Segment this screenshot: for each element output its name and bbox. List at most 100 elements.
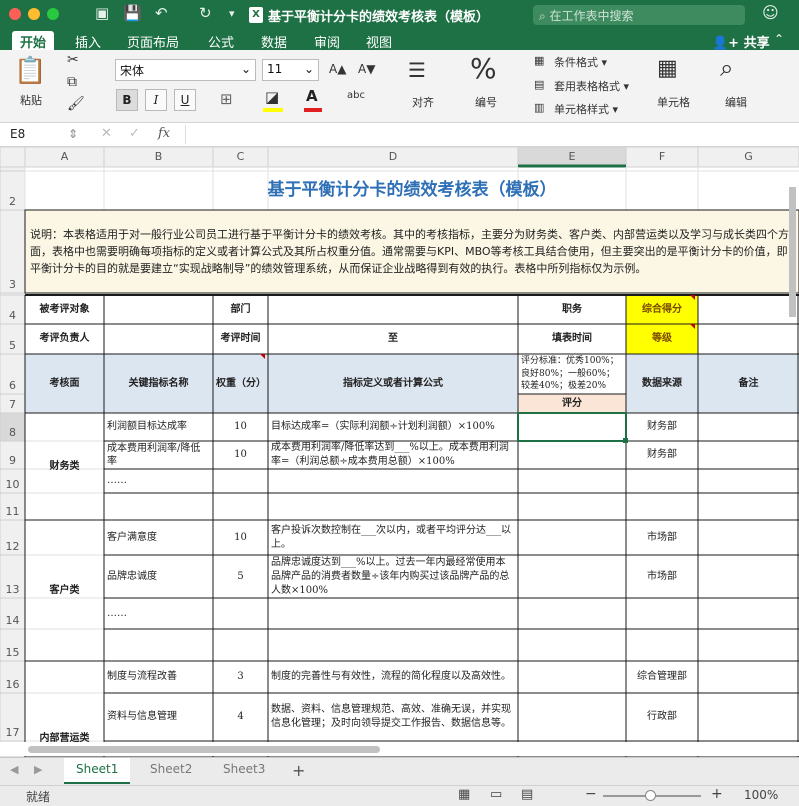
kpi-score-cell[interactable] (518, 469, 626, 493)
kpi-source[interactable] (626, 493, 698, 520)
header-source[interactable]: 数据来源 (626, 354, 698, 413)
formula-input[interactable] (185, 125, 795, 144)
format-painter-icon[interactable]: 🖌 (67, 96, 85, 112)
kpi-note-cell[interactable] (698, 555, 799, 598)
kpi-source[interactable] (626, 629, 698, 661)
shrink-font-button[interactable]: A▼ (358, 62, 375, 76)
zoom-window-button[interactable] (47, 8, 59, 20)
kpi-name[interactable]: …… (104, 469, 213, 493)
kpi-note-cell[interactable] (698, 493, 799, 520)
row-header-label[interactable]: 2 (0, 194, 25, 210)
row-header-label[interactable]: 14 (0, 613, 25, 629)
italic-button[interactable]: I (145, 89, 167, 111)
kpi-name[interactable] (104, 493, 213, 520)
label-appraisee[interactable]: 被考评对象 (25, 295, 104, 324)
sheet-tab-1[interactable]: Sheet1 (64, 758, 131, 784)
kpi-note-cell[interactable] (698, 693, 799, 741)
kpi-definition[interactable]: 目标达成率=（实际利润额÷计划利润额）×100% (268, 413, 518, 441)
row-header-label[interactable]: 9 (0, 453, 25, 469)
kpi-note-cell[interactable] (698, 441, 799, 469)
kpi-name[interactable]: 品牌忠诚度 (104, 555, 213, 598)
kpi-definition[interactable]: 制度的完善性与有效性，流程的简化程度以及高效性。 (268, 661, 518, 693)
minimize-window-button[interactable] (28, 8, 40, 20)
row-header-label[interactable]: 12 (0, 539, 25, 555)
zoom-in-icon[interactable]: + (711, 786, 723, 802)
tab-view[interactable]: 视图 (358, 31, 400, 51)
kpi-source[interactable]: 行政部 (626, 693, 698, 741)
kpi-score-cell[interactable] (518, 598, 626, 629)
kpi-note-cell[interactable] (698, 598, 799, 629)
row-header-label[interactable]: 17 (0, 725, 25, 741)
phonetic-icon[interactable]: abc (347, 90, 365, 101)
row-header-label[interactable]: 8 (0, 425, 25, 441)
sheet-tab-3[interactable]: Sheet3 (211, 758, 277, 784)
kpi-weight[interactable]: 5 (213, 555, 268, 598)
normal-view-icon[interactable]: ▦ (458, 787, 470, 802)
row-header-label[interactable]: 3 (0, 277, 25, 293)
kpi-weight[interactable]: 4 (213, 693, 268, 741)
label-to[interactable]: 至 (268, 324, 518, 354)
customize-toolbar-icon[interactable]: ▾ (229, 7, 235, 20)
sheet-search-input[interactable]: ⌕ 在工作表中搜索 (533, 5, 745, 25)
page-break-view-icon[interactable]: ▤ (521, 787, 533, 802)
row-header-label[interactable]: 4 (0, 308, 25, 324)
align-label[interactable]: 对齐 (412, 94, 434, 110)
kpi-source[interactable] (626, 598, 698, 629)
zoom-slider-thumb[interactable] (645, 790, 656, 801)
kpi-name[interactable]: 客户满意度 (104, 520, 213, 555)
copy-icon[interactable]: ⧉ (67, 74, 77, 90)
header-definition[interactable]: 指标定义或者计算公式 (268, 354, 518, 413)
kpi-score-cell[interactable] (518, 629, 626, 661)
sheet-title[interactable]: 基于平衡计分卡的绩效考核表（模板） (25, 171, 799, 210)
zoom-out-icon[interactable]: − (585, 786, 597, 802)
cancel-formula-icon[interactable]: ✕ (101, 126, 112, 141)
header-score[interactable]: 评分 (518, 394, 626, 413)
column-header-label[interactable]: D (268, 147, 518, 167)
sheet-tab-2[interactable]: Sheet2 (138, 758, 204, 784)
kpi-source[interactable]: 市场部 (626, 555, 698, 598)
next-sheet-icon[interactable]: ▶ (34, 763, 42, 776)
kpi-name[interactable]: 制度与流程改善 (104, 661, 213, 693)
table-format-button[interactable]: 套用表格格式 ▾ (554, 78, 629, 94)
row-header-label[interactable]: 7 (0, 397, 25, 413)
kpi-definition[interactable]: 品牌忠诚度达到___%以上。过去一年内最经常使用本品牌产品的消费者数量÷该年内购… (268, 555, 518, 598)
font-size-select[interactable]: 11 ⌄ (262, 59, 319, 81)
column-header-label[interactable]: C (213, 147, 268, 167)
kpi-definition[interactable]: 成本费用利润率/降低率达到___%以上。成本费用利润率=（利润总额÷成本费用总额… (268, 441, 518, 469)
kpi-definition[interactable]: 客户投诉次数控制在___次以内，或者平均评分达___以上。 (268, 520, 518, 555)
save-icon[interactable]: 💾 (123, 4, 142, 22)
percent-icon[interactable]: % (470, 52, 497, 85)
tab-home[interactable]: 开始 (12, 31, 55, 51)
font-name-select[interactable]: 宋体 ⌄ (115, 59, 256, 81)
prev-sheet-icon[interactable]: ◀ (10, 763, 18, 776)
cells-label[interactable]: 单元格 (657, 94, 690, 110)
redo-icon[interactable]: ↻ (199, 4, 212, 22)
function-icon[interactable]: fx (158, 126, 170, 141)
header-criteria[interactable]: 评分标准：优秀100%；良好80%；一般60%；较差40%；极差20% (518, 354, 626, 394)
number-label[interactable]: 编号 (475, 94, 497, 110)
undo-icon[interactable]: ↶ (155, 4, 168, 22)
description-text[interactable]: 说明：本表格适用于对一般行业公司员工进行基于平衡计分卡的绩效考核。其中的考核指标… (27, 210, 797, 293)
paste-icon[interactable]: 📋 (14, 56, 46, 86)
confirm-formula-icon[interactable]: ✓ (129, 126, 140, 141)
edit-label[interactable]: 编辑 (725, 94, 747, 110)
header-weight[interactable]: 权重（分） (213, 354, 268, 413)
fill-color-icon[interactable]: ◪ (265, 88, 279, 106)
share-button[interactable]: 👤+ 共享 (712, 32, 770, 51)
section-name[interactable]: 客户类 (25, 520, 104, 661)
column-header-label[interactable]: F (626, 147, 698, 167)
tab-page-layout[interactable]: 页面布局 (119, 31, 187, 51)
kpi-weight[interactable] (213, 598, 268, 629)
kpi-score-cell[interactable] (518, 413, 626, 441)
kpi-definition[interactable] (268, 598, 518, 629)
kpi-score-cell[interactable] (518, 555, 626, 598)
label-grade[interactable]: 等级 (626, 324, 698, 354)
kpi-note-cell[interactable] (698, 469, 799, 493)
kpi-name[interactable]: 资料与信息管理 (104, 693, 213, 741)
kpi-weight[interactable]: 10 (213, 441, 268, 469)
grow-font-button[interactable]: A▲ (329, 62, 346, 76)
bold-button[interactable]: B (116, 89, 138, 111)
kpi-source[interactable]: 综合管理部 (626, 661, 698, 693)
label-position[interactable]: 职务 (518, 295, 626, 324)
cell-style-button[interactable]: 单元格样式 ▾ (554, 101, 618, 117)
